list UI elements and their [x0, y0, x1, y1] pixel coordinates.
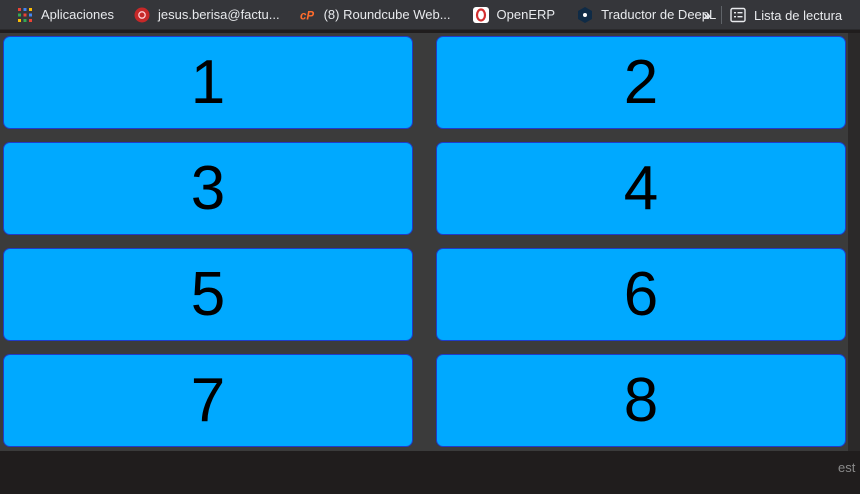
- bookmark-aplicaciones[interactable]: Aplicaciones: [12, 3, 119, 27]
- svg-text:cP: cP: [300, 10, 314, 22]
- openerp-icon: [472, 6, 489, 23]
- page-right-edge: [848, 33, 860, 451]
- bookmarks-overflow-button[interactable]: »: [695, 3, 717, 27]
- cpanel-icon: cP: [300, 7, 316, 23]
- apps-grid-icon: [17, 7, 33, 23]
- toolbar-separator: [721, 6, 722, 24]
- clipped-page-text: est: [838, 460, 856, 475]
- tile-3[interactable]: 3: [3, 142, 413, 235]
- tile-grid: 1 2 3 4 5 6 7 8: [0, 33, 848, 451]
- tile-2[interactable]: 2: [436, 36, 846, 129]
- bookmark-label: jesus.berisa@factu...: [158, 7, 280, 22]
- tile-4[interactable]: 4: [436, 142, 846, 235]
- bookmark-openerp[interactable]: OpenERP: [468, 3, 561, 27]
- deepl-icon: [577, 6, 593, 23]
- tile-1[interactable]: 1: [3, 36, 413, 129]
- tile-6[interactable]: 6: [436, 248, 846, 341]
- bookmark-roundcube[interactable]: cP (8) Roundcube Web...: [295, 3, 456, 27]
- reading-list-button[interactable]: Lista de lectura: [730, 3, 842, 27]
- reading-list-icon: [730, 7, 746, 23]
- tile-5[interactable]: 5: [3, 248, 413, 341]
- reading-list-label: Lista de lectura: [754, 7, 843, 23]
- tile-7[interactable]: 7: [3, 354, 413, 447]
- bookmark-label: Aplicaciones: [41, 7, 114, 22]
- tile-8[interactable]: 8: [436, 354, 846, 447]
- mail-icon: [134, 7, 150, 23]
- bookmark-label: OpenERP: [496, 7, 556, 22]
- bookmark-label: (8) Roundcube Web...: [323, 7, 451, 22]
- bookmark-mail[interactable]: jesus.berisa@factu...: [129, 3, 285, 27]
